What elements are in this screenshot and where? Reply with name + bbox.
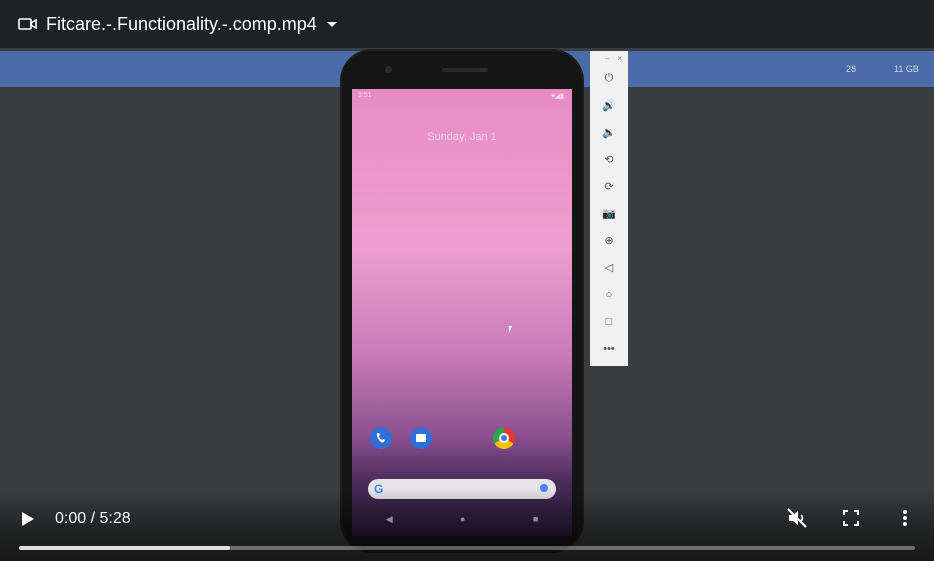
strip-text-left: 28 (846, 64, 857, 74)
home-icon: ○ (605, 288, 613, 301)
power-icon: ⏻ (604, 72, 614, 84)
play-icon[interactable] (22, 512, 34, 526)
more-icon: ••• (603, 342, 615, 355)
phone-camera (385, 66, 392, 73)
video-frame[interactable]: 28 11 GB 3:51 ▾◢▮ Sunday, Jan 1 G ◀ (0, 48, 934, 561)
volume-down-icon: 🔉 (602, 127, 616, 139)
zoom-icon: ⊕ (604, 235, 614, 247)
progress-bar[interactable] (19, 546, 915, 550)
phone-speaker (442, 68, 488, 72)
screenshot-icon: 📷 (602, 208, 616, 220)
progress-fill (19, 546, 230, 550)
top-bar: Fitcare.-.Functionality.-.comp.mp4 (0, 0, 934, 48)
title-dropdown-icon[interactable] (326, 21, 337, 27)
time-display: 0:00 / 5:28 (55, 510, 131, 527)
back-icon: ◁ (604, 262, 614, 274)
phone-screen: 3:51 ▾◢▮ Sunday, Jan 1 G ◀ ● ■ (352, 89, 572, 536)
date-text: Sunday, Jan 1 (427, 131, 497, 143)
close-icon: × (617, 53, 622, 63)
volume-up-icon: 🔊 (602, 100, 616, 112)
rotate-left-icon: ⟲ (604, 154, 614, 166)
status-icons: ▾◢▮ (551, 93, 564, 100)
mute-icon[interactable] (785, 506, 809, 530)
chrome-icon (493, 427, 515, 449)
video-title: Fitcare.-.Functionality.-.comp.mp4 (46, 13, 317, 34)
emulator-toolbar: – × ⏻ 🔊 🔉 ⟲ ⟳ 📷 ⊕ ◁ ○ □ ••• (590, 51, 628, 366)
overview-icon: □ (605, 315, 613, 328)
video-camera-icon (18, 14, 38, 34)
strip-text-right: 11 GB (894, 64, 919, 74)
minimize-icon: – (604, 53, 610, 63)
rotate-right-icon: ⟳ (604, 181, 614, 193)
phone-device: 3:51 ▾◢▮ Sunday, Jan 1 G ◀ ● ■ (342, 51, 582, 551)
fullscreen-icon[interactable] (839, 506, 863, 530)
messages-icon (410, 427, 432, 449)
status-time: 3:51 (358, 92, 372, 99)
phone-icon (370, 427, 392, 449)
more-vert-icon[interactable] (893, 506, 917, 530)
mouse-cursor-icon (509, 326, 512, 333)
